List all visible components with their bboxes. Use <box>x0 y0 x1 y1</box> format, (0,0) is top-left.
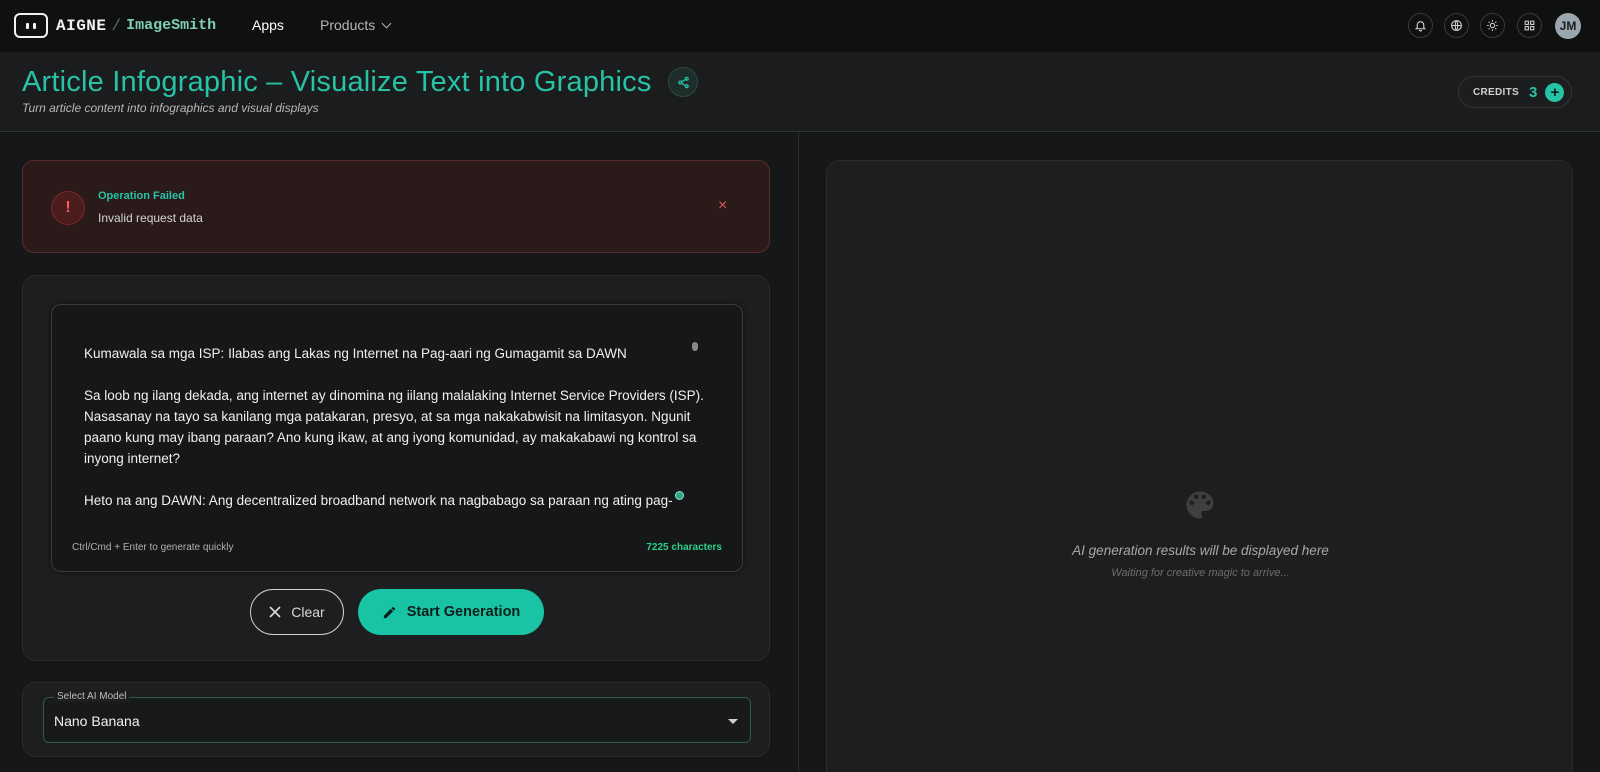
top-nav: AIGNE / ImageSmith Apps Products JM <box>0 0 1600 52</box>
add-credits-button[interactable]: + <box>1545 82 1565 102</box>
credits-label: CREDITS <box>1473 86 1519 98</box>
result-panel: AI generation results will be displayed … <box>826 160 1573 772</box>
notifications-button[interactable] <box>1408 13 1433 38</box>
product-name: ImageSmith <box>126 17 217 34</box>
result-placeholder-subtitle: Waiting for creative magic to arrive... <box>1111 567 1290 579</box>
palette-icon <box>1186 491 1214 519</box>
avatar[interactable]: JM <box>1555 13 1581 39</box>
apps-grid-button[interactable] <box>1517 13 1542 38</box>
error-alert: ! Operation Failed Invalid request data … <box>22 160 770 253</box>
status-dot-icon <box>675 491 684 500</box>
article-paragraph: Sa loob ng ilang dekada, ang internet ay… <box>84 388 704 466</box>
share-button[interactable] <box>668 67 698 97</box>
error-icon: ! <box>51 191 85 225</box>
logo-icon <box>14 13 48 38</box>
caret-down-icon <box>728 719 738 724</box>
article-paragraph: Kumawala sa mga ISP: Ilabas ang Lakas ng… <box>84 346 627 361</box>
page-title: Article Infographic – Visualize Text int… <box>22 66 652 98</box>
nav-products-menu[interactable]: Products <box>320 17 392 33</box>
pencil-icon <box>383 606 395 618</box>
credits-value: 3 <box>1529 83 1538 101</box>
article-text[interactable]: Kumawala sa mga ISP: Ilabas ang Lakas ng… <box>84 343 704 532</box>
brand-name: AIGNE <box>56 16 107 35</box>
model-select[interactable]: Select AI Model Nano Banana <box>43 691 751 743</box>
theme-toggle-button[interactable] <box>1480 13 1505 38</box>
model-select-label: Select AI Model <box>54 691 130 702</box>
result-placeholder-title: AI generation results will be displayed … <box>1072 543 1329 558</box>
model-card: Select AI Model Nano Banana <box>22 682 770 757</box>
nav-apps-link[interactable]: Apps <box>252 17 284 33</box>
shortcut-hint: Ctrl/Cmd + Enter to generate quickly <box>72 542 234 553</box>
article-textarea[interactable]: Kumawala sa mga ISP: Ilabas ang Lakas ng… <box>51 304 743 572</box>
character-count: 7225 characters <box>646 542 722 553</box>
nav-products-label: Products <box>320 17 376 33</box>
share-icon <box>677 76 689 88</box>
clear-button[interactable]: Clear <box>250 589 344 635</box>
column-divider <box>798 132 799 772</box>
bell-icon <box>1414 21 1427 32</box>
model-select-value: Nano Banana <box>54 713 140 729</box>
credits-badge: CREDITS 3 + <box>1458 76 1572 108</box>
logo[interactable]: AIGNE / ImageSmith <box>14 13 216 38</box>
start-generation-button[interactable]: Start Generation <box>358 589 544 635</box>
grid-icon <box>1524 20 1535 31</box>
article-paragraph: Heto na ang DAWN: Ang decentralized broa… <box>84 493 673 508</box>
chevron-down-icon <box>381 18 392 28</box>
language-button[interactable] <box>1444 13 1469 38</box>
sun-icon <box>1487 20 1498 31</box>
alert-message: Invalid request data <box>98 211 203 225</box>
clear-button-label: Clear <box>291 604 325 620</box>
input-card: Kumawala sa mga ISP: Ilabas ang Lakas ng… <box>22 275 770 661</box>
close-icon <box>269 606 281 618</box>
start-generation-label: Start Generation <box>406 604 521 620</box>
page-subtitle: Turn article content into infographics a… <box>22 101 319 115</box>
textarea-scrollbar[interactable] <box>692 342 698 351</box>
brand-separator: / <box>111 16 122 35</box>
alert-title: Operation Failed <box>98 190 185 202</box>
close-icon[interactable]: × <box>718 197 727 215</box>
globe-icon <box>1451 20 1462 31</box>
